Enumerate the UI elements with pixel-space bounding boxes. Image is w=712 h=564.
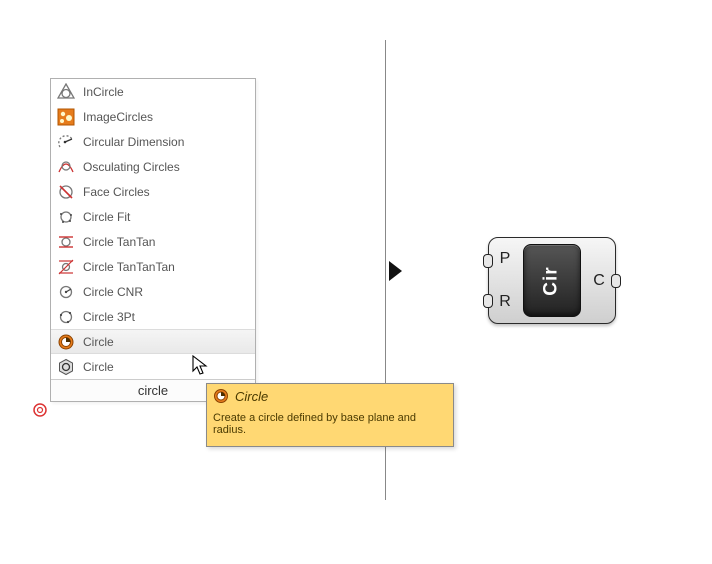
menu-item-incircle[interactable]: InCircle <box>51 79 255 104</box>
imagecircles-icon <box>57 108 75 126</box>
node-body[interactable]: Cir <box>523 244 581 317</box>
menu-item-label: Circle CNR <box>83 285 143 299</box>
facecircles-icon <box>57 183 75 201</box>
circulardimension-icon <box>57 133 75 151</box>
insertion-marker-icon <box>31 401 49 419</box>
incircle-icon <box>57 83 75 101</box>
menu-item-tantantan[interactable]: Circle TanTanTan <box>51 254 255 279</box>
menu-item-label: Face Circles <box>83 185 150 199</box>
node-name: Cir <box>541 266 563 295</box>
menu-item-label: InCircle <box>83 85 124 99</box>
menu-item-label: Circle TanTanTan <box>83 260 175 274</box>
menu-item-circle-param[interactable]: Circle <box>51 354 255 379</box>
circlefit-icon <box>57 208 75 226</box>
tantantan-icon <box>57 258 75 276</box>
osculating-icon <box>57 158 75 176</box>
menu-item-label: Osculating Circles <box>83 160 180 174</box>
menu-item-tantan[interactable]: Circle TanTan <box>51 229 255 254</box>
tooltip-title: Circle <box>235 389 268 404</box>
output-grip[interactable] <box>611 274 621 288</box>
cnr-icon <box>57 283 75 301</box>
menu-item-facecircles[interactable]: Face Circles <box>51 179 255 204</box>
menu-item-3pt[interactable]: Circle 3Pt <box>51 304 255 329</box>
play-indicator-icon <box>388 260 404 282</box>
circle-param-icon <box>57 358 75 376</box>
menu-item-cnr[interactable]: Circle CNR <box>51 279 255 304</box>
menu-item-label: Circle <box>83 335 114 349</box>
input-port-r[interactable]: R <box>499 293 511 311</box>
menu-item-label: Circle TanTan <box>83 235 155 249</box>
menu-item-circulardimension[interactable]: Circular Dimension <box>51 129 255 154</box>
menu-item-osculating[interactable]: Osculating Circles <box>51 154 255 179</box>
component-search-menu: InCircle ImageCircles Circular Dimension… <box>50 78 256 402</box>
menu-item-label: Circle Fit <box>83 210 130 224</box>
input-grip[interactable] <box>483 294 493 308</box>
threept-icon <box>57 308 75 326</box>
menu-item-label: Circular Dimension <box>83 135 184 149</box>
menu-item-label: Circle 3Pt <box>83 310 135 324</box>
output-port-c[interactable]: C <box>593 272 605 290</box>
circle-component-icon <box>57 333 75 351</box>
input-grip[interactable] <box>483 254 493 268</box>
tooltip-icon <box>213 388 229 404</box>
menu-item-label: Circle <box>83 360 114 374</box>
input-port-p[interactable]: P <box>500 250 511 268</box>
node-inputs: P R <box>489 238 521 323</box>
circle-node[interactable]: P R Cir C <box>488 237 616 324</box>
menu-item-circle-component[interactable]: Circle <box>51 329 255 354</box>
menu-item-label: ImageCircles <box>83 110 153 124</box>
tooltip: Circle Create a circle defined by base p… <box>206 383 454 447</box>
tantan-icon <box>57 233 75 251</box>
menu-item-circlefit[interactable]: Circle Fit <box>51 204 255 229</box>
tooltip-description: Create a circle defined by base plane an… <box>213 412 447 436</box>
menu-item-imagecircles[interactable]: ImageCircles <box>51 104 255 129</box>
